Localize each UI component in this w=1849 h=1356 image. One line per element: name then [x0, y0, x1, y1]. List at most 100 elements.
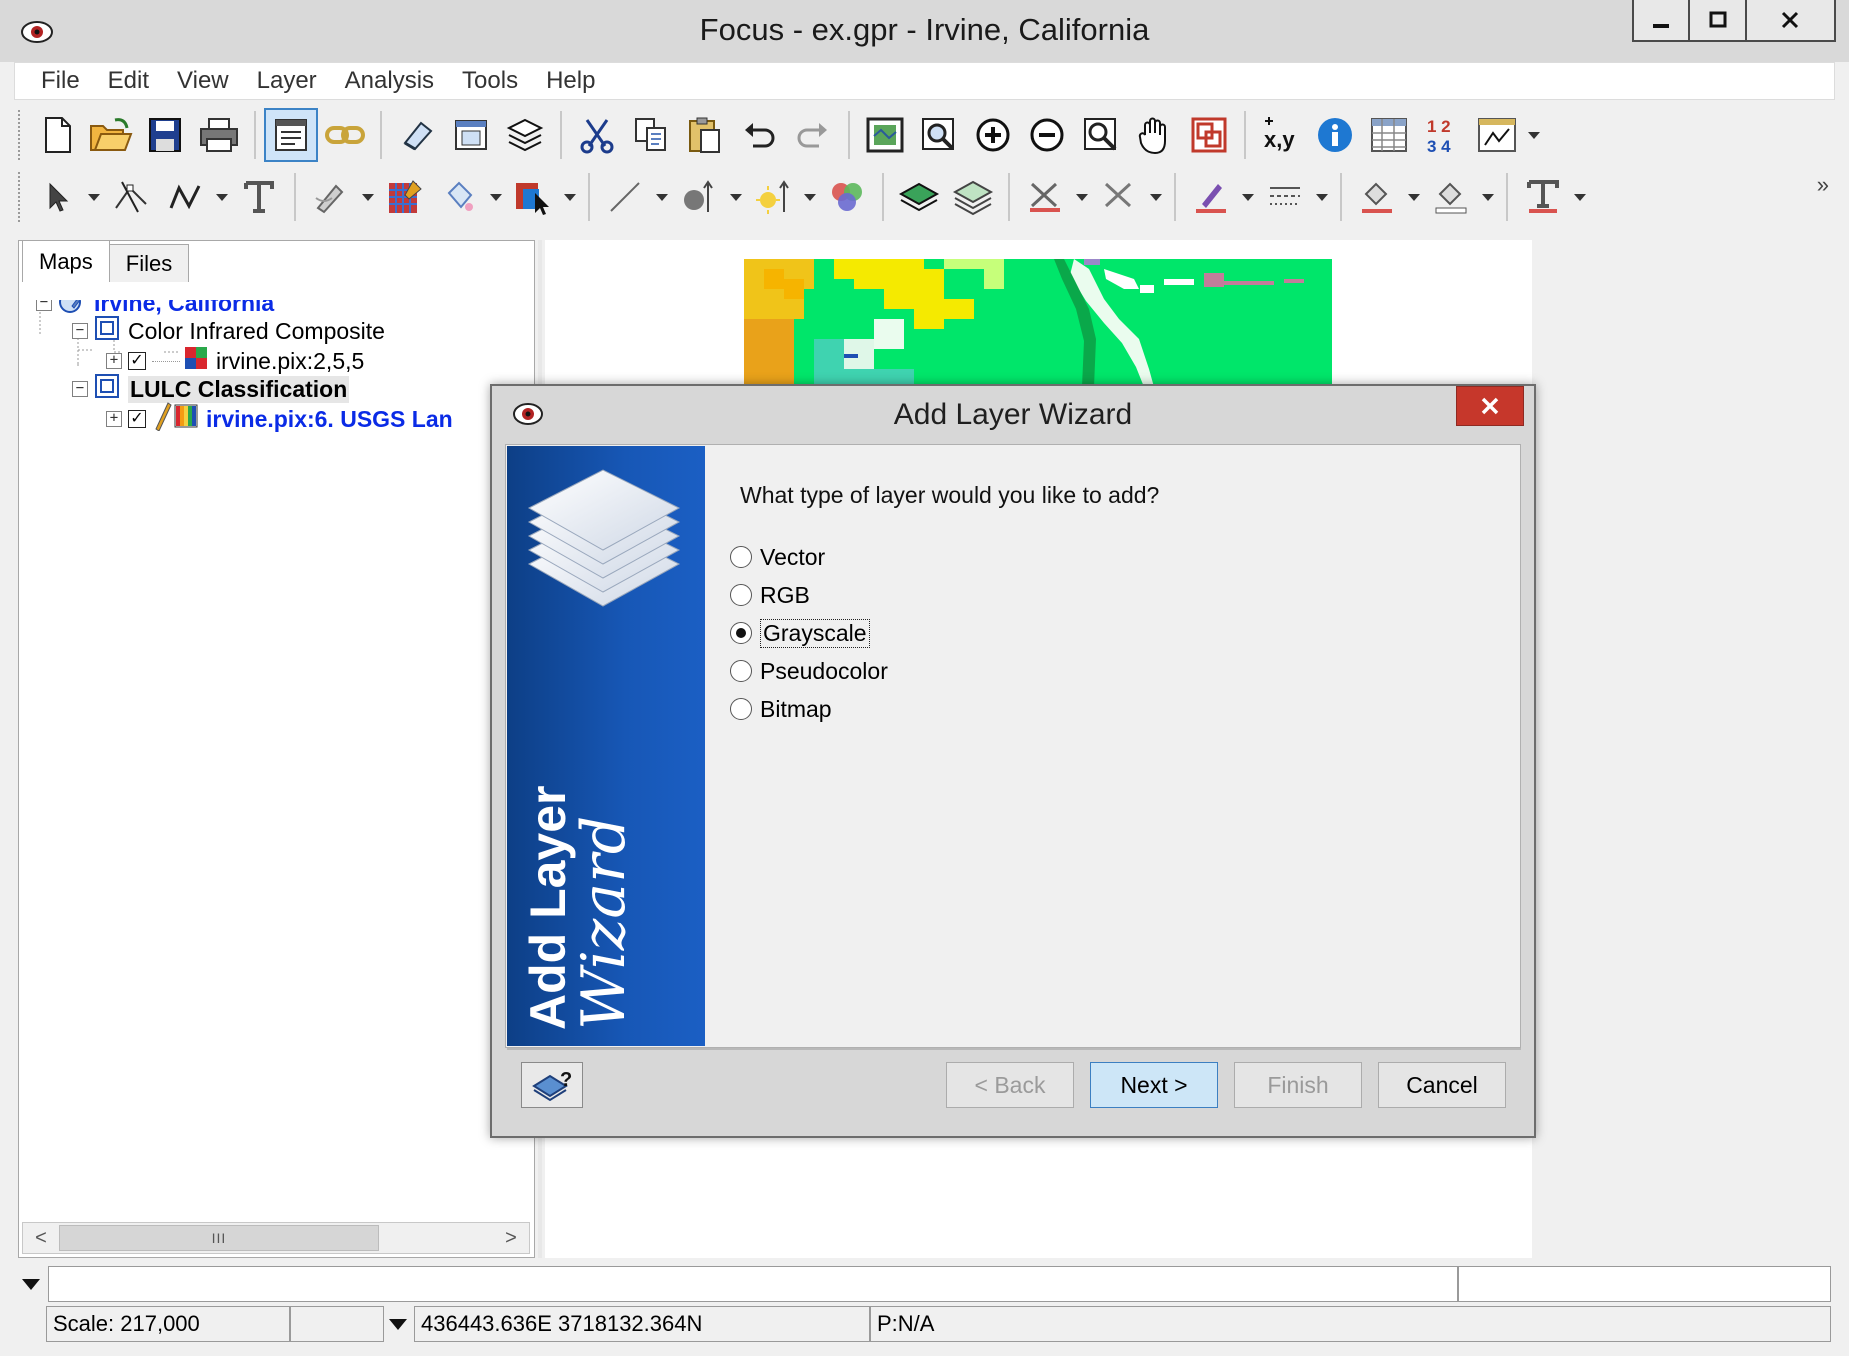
fill-pattern-dropdown-arrow[interactable] [1478, 170, 1498, 224]
back-button[interactable]: < Back [946, 1062, 1074, 1108]
next-button[interactable]: Next > [1090, 1062, 1218, 1108]
save-icon[interactable] [138, 108, 192, 162]
print-icon[interactable] [192, 108, 246, 162]
fill-dropdown-arrow[interactable] [486, 170, 506, 224]
pencil-dropdown-arrow[interactable] [358, 170, 378, 224]
option-bitmap[interactable]: Bitmap [730, 694, 832, 724]
paste-icon[interactable] [678, 108, 732, 162]
tab-files[interactable]: Files [108, 244, 190, 282]
raster-paint-icon[interactable] [378, 170, 432, 224]
cut-icon[interactable] [570, 108, 624, 162]
tool-cross-red-dropdown-arrow[interactable] [1072, 170, 1092, 224]
layer-visibility-checkbox[interactable]: ✓ [128, 352, 146, 370]
maximize-button[interactable] [1690, 0, 1747, 40]
window-icon[interactable] [444, 108, 498, 162]
cancel-button[interactable]: Cancel [1378, 1062, 1506, 1108]
sun-arrow-icon[interactable] [746, 170, 800, 224]
message-dropdown-arrow[interactable] [14, 1279, 48, 1290]
collapse-toggle[interactable]: − [36, 300, 52, 311]
radio-button[interactable] [730, 698, 752, 720]
menu-view[interactable]: View [163, 67, 243, 95]
polyline-icon[interactable] [158, 170, 212, 224]
circle-arrow-dropdown-arrow[interactable] [726, 170, 746, 224]
sun-arrow-dropdown-arrow[interactable] [800, 170, 820, 224]
toolbar-overflow-button[interactable]: » [1817, 172, 1829, 198]
redo-icon[interactable] [786, 108, 840, 162]
option-rgb[interactable]: RGB [730, 580, 810, 610]
layer-visibility-checkbox[interactable]: ✓ [128, 410, 146, 428]
line-style-dropdown-arrow[interactable] [1312, 170, 1332, 224]
tree-item-layer[interactable]: + ✓ irvine.pix:6. USGS Lan [106, 401, 453, 436]
line-style-icon[interactable] [1258, 170, 1312, 224]
line-tool-icon[interactable] [598, 170, 652, 224]
table-icon[interactable] [1362, 108, 1416, 162]
expand-toggle[interactable]: + [106, 411, 122, 427]
link-icon[interactable] [318, 108, 372, 162]
tree-item-area[interactable]: − LULC Classification [72, 372, 350, 406]
circle-arrow-icon[interactable] [672, 170, 726, 224]
scroll-thumb[interactable]: III [59, 1225, 379, 1251]
menu-tools[interactable]: Tools [448, 67, 532, 95]
dialog-close-button[interactable] [1456, 386, 1524, 426]
radio-button[interactable] [730, 584, 752, 606]
zoom-out-icon[interactable] [1020, 108, 1074, 162]
pencil-edit-icon[interactable] [304, 170, 358, 224]
numbering-icon[interactable]: 1 23 4 [1416, 108, 1470, 162]
layer-stack-green-icon[interactable] [946, 170, 1000, 224]
polyline-dropdown-arrow[interactable] [212, 170, 232, 224]
tool-cross-dropdown-arrow[interactable] [1146, 170, 1166, 224]
radio-button-selected[interactable] [730, 622, 752, 644]
menu-file[interactable]: File [27, 67, 94, 95]
fill-color-dropdown-arrow[interactable] [1404, 170, 1424, 224]
overview-icon[interactable] [1182, 108, 1236, 162]
option-pseudocolor[interactable]: Pseudocolor [730, 656, 888, 686]
menu-analysis[interactable]: Analysis [331, 67, 448, 95]
tree-item-area[interactable]: − Color Infrared Composite [72, 314, 385, 348]
select-arrow-icon[interactable] [30, 170, 84, 224]
eraser-icon[interactable] [390, 108, 444, 162]
toolbar-grip[interactable] [18, 110, 24, 160]
help-button[interactable]: ? [521, 1062, 583, 1108]
option-vector[interactable]: Vector [730, 542, 825, 572]
expand-toggle[interactable]: + [106, 353, 122, 369]
tool-cross-icon[interactable] [1092, 170, 1146, 224]
finish-button[interactable]: Finish [1234, 1062, 1362, 1108]
undo-icon[interactable] [732, 108, 786, 162]
zoom-extent-icon[interactable] [858, 108, 912, 162]
fill-pattern-icon[interactable] [1424, 170, 1478, 224]
tab-maps[interactable]: Maps [22, 240, 110, 282]
info-icon[interactable] [1308, 108, 1362, 162]
text-color-dropdown-arrow[interactable] [1570, 170, 1590, 224]
open-folder-icon[interactable] [84, 108, 138, 162]
select-dropdown-arrow[interactable] [84, 170, 104, 224]
vertex-edit-icon[interactable] [104, 170, 158, 224]
select-feature-dropdown-arrow[interactable] [560, 170, 580, 224]
layers-icon[interactable] [498, 108, 552, 162]
select-feature-icon[interactable] [506, 170, 560, 224]
zoom-select-icon[interactable] [912, 108, 966, 162]
close-button[interactable] [1747, 0, 1834, 40]
copy-icon[interactable] [624, 108, 678, 162]
horizontal-scrollbar[interactable]: < III > [22, 1222, 530, 1254]
menu-edit[interactable]: Edit [94, 67, 163, 95]
layer-stack-icon[interactable] [892, 170, 946, 224]
brush-color-icon[interactable] [1184, 170, 1238, 224]
toolbar-grip[interactable] [18, 172, 24, 222]
option-grayscale[interactable]: Grayscale [730, 618, 870, 648]
zoom-in-icon[interactable] [966, 108, 1020, 162]
chart-dropdown-arrow[interactable] [1524, 108, 1544, 162]
text-color-icon[interactable] [1516, 170, 1570, 224]
zoom-window-icon[interactable] [1074, 108, 1128, 162]
fill-bucket-icon[interactable] [432, 170, 486, 224]
collapse-toggle[interactable]: − [72, 381, 88, 397]
minimize-button[interactable] [1634, 0, 1691, 40]
collapse-toggle[interactable]: − [72, 323, 88, 339]
line-dropdown-arrow[interactable] [652, 170, 672, 224]
chart-dropdown-icon[interactable] [1470, 108, 1524, 162]
new-file-icon[interactable] [30, 108, 84, 162]
tool-cross-red-icon[interactable] [1018, 170, 1072, 224]
scroll-left-icon[interactable]: < [23, 1227, 59, 1250]
fill-color-icon[interactable] [1350, 170, 1404, 224]
radio-button[interactable] [730, 660, 752, 682]
menu-help[interactable]: Help [532, 67, 609, 95]
